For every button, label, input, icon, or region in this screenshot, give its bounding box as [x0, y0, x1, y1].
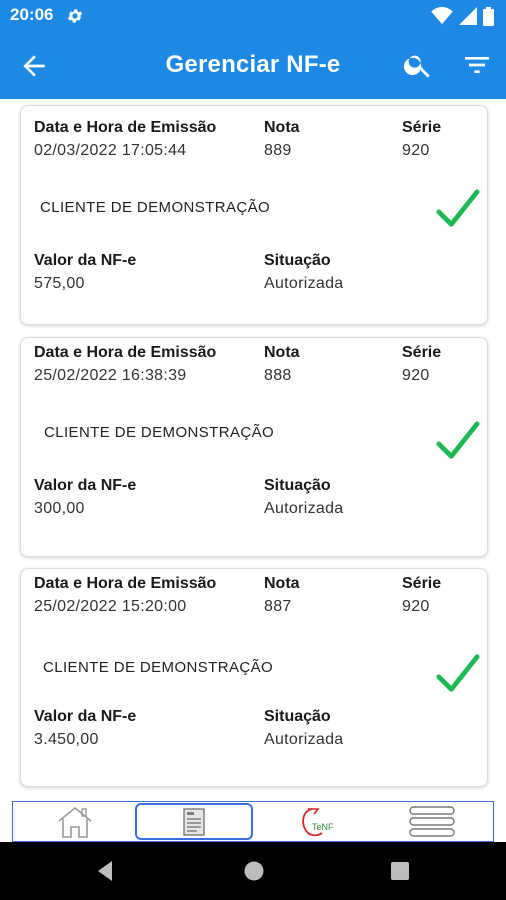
- status-value: Autorizada: [264, 500, 344, 517]
- bottom-nav: TeNF: [12, 801, 494, 842]
- nav-logo[interactable]: TeNF: [293, 804, 343, 840]
- series-value: 920: [402, 598, 430, 615]
- client-name: CLIENTE DE DEMONSTRAÇÃO: [43, 659, 274, 676]
- status-label: Situação: [264, 477, 331, 494]
- series-value: 920: [402, 367, 430, 384]
- document-icon: [183, 807, 205, 836]
- emission-value: 25/02/2022 15:20:00: [34, 598, 187, 615]
- status-bar: 20:06: [0, 0, 506, 32]
- value-label: Valor da NF-e: [34, 708, 137, 725]
- system-recents-icon[interactable]: [387, 858, 413, 884]
- nfe-card[interactable]: Data e Hora de Emissão Nota Série 25/02/…: [20, 337, 488, 557]
- nav-home[interactable]: [55, 804, 95, 840]
- note-value: 888: [264, 367, 292, 384]
- system-home-icon[interactable]: [241, 858, 267, 884]
- screen: 20:06 Gerenciar NF-e Data e Hora de Emis…: [0, 0, 506, 900]
- value-label: Valor da NF-e: [34, 252, 137, 269]
- emission-label: Data e Hora de Emissão: [34, 344, 217, 361]
- status-time: 20:06: [10, 5, 54, 24]
- note-label: Nota: [264, 344, 300, 361]
- status-label: Situação: [264, 708, 331, 725]
- note-value: 889: [264, 142, 292, 159]
- client-name: CLIENTE DE DEMONSTRAÇÃO: [40, 199, 271, 216]
- nfe-card[interactable]: Data e Hora de Emissão Nota Série 02/03/…: [20, 105, 488, 325]
- status-indicators: [431, 6, 494, 26]
- system-back-icon[interactable]: [92, 858, 118, 884]
- emission-label: Data e Hora de Emissão: [34, 575, 217, 592]
- menu-icon: [409, 806, 455, 837]
- battery-icon: [483, 6, 494, 26]
- value-amount: 3.450,00: [34, 731, 99, 748]
- series-value: 920: [402, 142, 430, 159]
- home-icon: [58, 806, 92, 838]
- emission-value: 25/02/2022 16:38:39: [34, 367, 187, 384]
- status-label: Situação: [264, 252, 331, 269]
- nav-menu[interactable]: [407, 804, 457, 840]
- nfe-list: Data e Hora de Emissão Nota Série 02/03/…: [0, 99, 506, 799]
- emission-value: 02/03/2022 17:05:44: [34, 142, 187, 159]
- nfe-card[interactable]: Data e Hora de Emissão Nota Série 25/02/…: [20, 568, 488, 787]
- series-label: Série: [402, 344, 442, 361]
- authorized-check-icon: [436, 189, 480, 227]
- series-label: Série: [402, 119, 442, 136]
- series-label: Série: [402, 575, 442, 592]
- emission-label: Data e Hora de Emissão: [34, 119, 217, 136]
- wifi-icon: [431, 7, 453, 25]
- note-label: Nota: [264, 119, 300, 136]
- filter-icon[interactable]: [461, 49, 493, 81]
- value-amount: 300,00: [34, 500, 85, 517]
- status-value: Autorizada: [264, 731, 344, 748]
- authorized-check-icon: [436, 421, 480, 459]
- client-name: CLIENTE DE DEMONSTRAÇÃO: [44, 424, 275, 441]
- nfe-logo-icon: TeNF: [302, 808, 334, 837]
- note-value: 887: [264, 598, 292, 615]
- note-label: Nota: [264, 575, 300, 592]
- value-label: Valor da NF-e: [34, 477, 137, 494]
- settings-gear-icon: [67, 9, 83, 23]
- signal-icon: [459, 7, 477, 25]
- logo-text: TeNF: [312, 822, 334, 832]
- authorized-check-icon: [436, 654, 480, 692]
- value-amount: 575,00: [34, 275, 85, 292]
- nav-nfe[interactable]: [135, 803, 253, 840]
- search-icon[interactable]: [402, 49, 434, 81]
- system-nav-bar: [0, 842, 506, 900]
- app-bar: Gerenciar NF-e: [0, 32, 506, 99]
- status-value: Autorizada: [264, 275, 344, 292]
